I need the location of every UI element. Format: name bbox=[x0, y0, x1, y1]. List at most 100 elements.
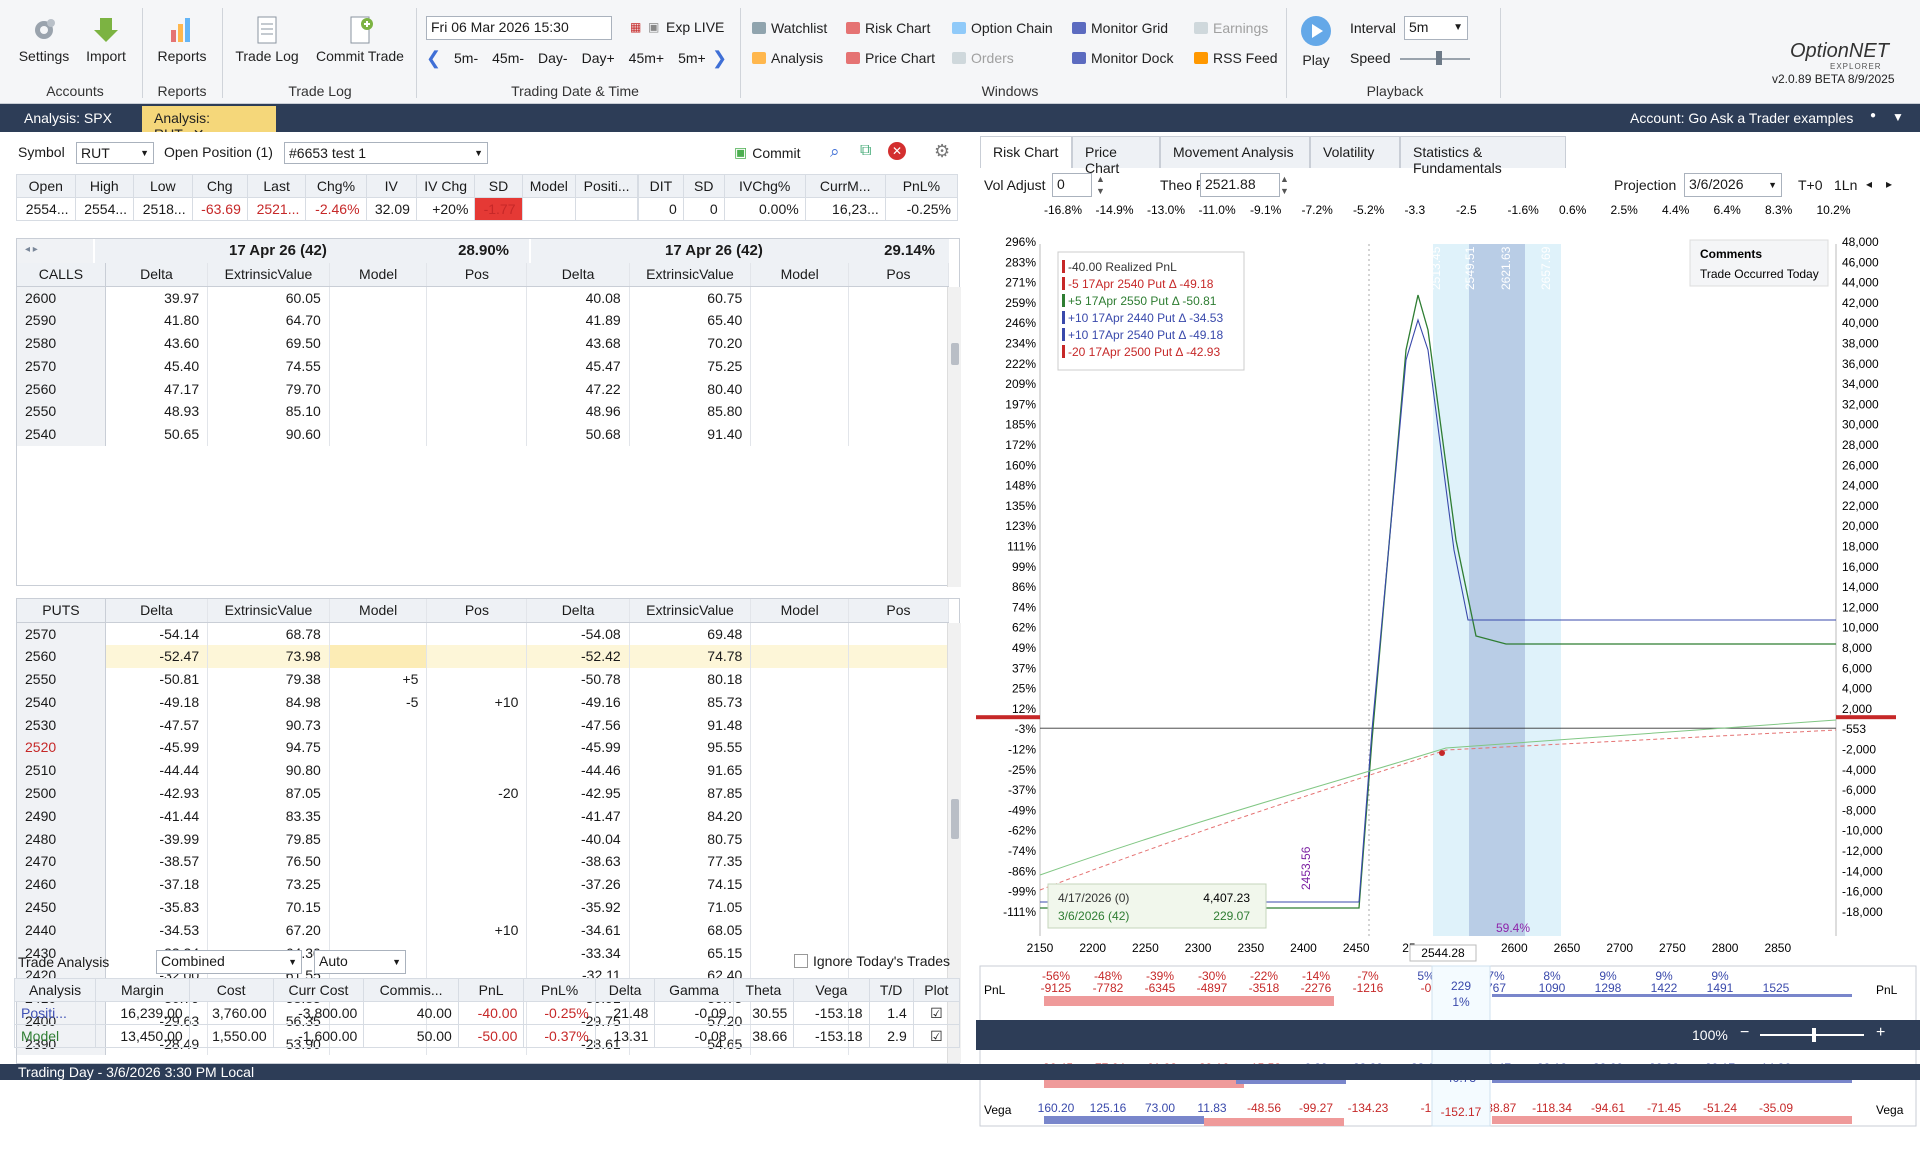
reports-button[interactable]: Reports bbox=[150, 16, 214, 64]
delete-icon[interactable]: ✕ bbox=[888, 142, 906, 160]
model-cell bbox=[750, 781, 849, 805]
calendar-icon[interactable]: ▦ bbox=[630, 20, 641, 34]
tab-analysis-rut[interactable]: Analysis: RUT✕ bbox=[142, 106, 276, 142]
chain-row[interactable]: 2500 -42.93 87.05 -20 -42.95 87.85 bbox=[17, 781, 950, 805]
speed-slider-thumb[interactable] bbox=[1436, 51, 1442, 65]
chain-row[interactable]: 2520 -45.99 94.75 -45.99 95.55 bbox=[17, 735, 950, 759]
chain-row[interactable]: 2480 -39.99 79.85 -40.04 80.75 bbox=[17, 827, 950, 850]
projection-date-select[interactable]: 3/6/2026 ▼ bbox=[1684, 173, 1782, 197]
calls-scrollbar[interactable] bbox=[947, 287, 961, 587]
search-icon[interactable]: ⌕ bbox=[830, 142, 840, 162]
zoom-out-icon[interactable]: − bbox=[1740, 1024, 1749, 1042]
lines-label[interactable]: 1Ln bbox=[1834, 177, 1857, 193]
theo-price-input[interactable]: 2521.88 bbox=[1200, 173, 1280, 197]
commit-button[interactable]: ▣ Commit bbox=[734, 144, 800, 161]
chain-row[interactable]: 2570 45.40 74.55 45.47 75.25 bbox=[17, 354, 950, 378]
trade-analysis-auto-select[interactable]: Auto ▼ bbox=[314, 950, 406, 974]
chain-row[interactable]: 2460 -37.18 73.25 -37.26 74.15 bbox=[17, 872, 950, 896]
commit-trade-button[interactable]: Commit Trade bbox=[312, 16, 408, 64]
ta-cell: -0.37% bbox=[523, 1024, 596, 1048]
candle-icon bbox=[846, 52, 860, 64]
current-vega: -152.17 bbox=[1441, 1105, 1482, 1119]
analysis-button[interactable]: Analysis bbox=[752, 50, 823, 66]
chain-row[interactable]: 2440 -34.53 67.20 +10 -34.61 68.05 bbox=[17, 918, 950, 942]
interval-select[interactable]: 5m ▼ bbox=[1404, 16, 1468, 40]
pnl-axis-label: 6,000 bbox=[1842, 661, 1872, 675]
chain-row[interactable]: 2560 -52.47 73.98 -52.42 74.78 bbox=[17, 644, 950, 668]
trade-log-button[interactable]: Trade Log bbox=[230, 16, 304, 64]
step-5m-back-button[interactable]: 5m- bbox=[454, 50, 478, 66]
ignore-today-checkbox[interactable] bbox=[794, 954, 808, 968]
step-forward-icon[interactable]: ❯ bbox=[712, 48, 727, 69]
orders-button[interactable]: Orders bbox=[952, 50, 1014, 66]
chain-row[interactable]: 2550 48.93 85.10 48.96 85.80 bbox=[17, 399, 950, 423]
tab-movement-analysis[interactable]: Movement Analysis bbox=[1160, 136, 1310, 168]
checkbox-icon[interactable]: ▣ bbox=[648, 20, 659, 34]
pos-cell bbox=[848, 713, 950, 736]
t0-label[interactable]: T+0 bbox=[1798, 177, 1823, 193]
ta-row[interactable]: Positi... 16,239.00 3,760.00 -3,800.00 40.00… bbox=[13, 1001, 961, 1025]
tab-price-chart[interactable]: Price Chart bbox=[1072, 136, 1160, 176]
chain-row[interactable]: 2490 -41.44 83.35 -41.47 84.20 bbox=[17, 804, 950, 828]
chevron-down-icon[interactable]: ▼ bbox=[1892, 110, 1904, 124]
plot-checkbox[interactable]: ☑ bbox=[912, 1024, 961, 1048]
theo-price-spinner[interactable]: ▲ ▼ bbox=[1280, 173, 1289, 197]
risk-chart-window-button[interactable]: Risk Chart bbox=[846, 20, 930, 36]
chain-row[interactable]: 2580 43.60 69.50 43.68 70.20 bbox=[17, 331, 950, 355]
model-cell: -5 bbox=[329, 690, 428, 714]
chain-row[interactable]: 2450 -35.83 70.15 -35.92 71.05 bbox=[17, 895, 950, 919]
chain-row[interactable]: 2530 -47.57 90.73 -47.56 91.48 bbox=[17, 713, 950, 736]
tab-volatility[interactable]: Volatility bbox=[1310, 136, 1400, 168]
step-day-back-button[interactable]: Day- bbox=[538, 50, 568, 66]
speed-slider[interactable] bbox=[1400, 58, 1470, 60]
chain-row[interactable]: 2570 -54.14 68.78 -54.08 69.48 bbox=[17, 622, 950, 645]
next-arrow-icon[interactable]: ▸ bbox=[1886, 177, 1892, 191]
price-chart-window-button[interactable]: Price Chart bbox=[846, 50, 935, 66]
chain-row[interactable]: 2600 39.97 60.05 40.08 60.75 bbox=[17, 286, 950, 309]
trading-datetime-input[interactable]: Fri 06 Mar 2026 15:30 bbox=[426, 16, 612, 40]
play-button[interactable]: Play bbox=[1294, 14, 1338, 68]
chain-row[interactable]: 2540 50.65 90.60 50.68 91.40 bbox=[17, 422, 950, 446]
step-45m-fwd-button[interactable]: 45m+ bbox=[629, 50, 664, 66]
watchlist-button[interactable]: Watchlist bbox=[752, 20, 827, 36]
plot-checkbox[interactable]: ☑ bbox=[912, 1001, 961, 1025]
earnings-button[interactable]: Earnings bbox=[1194, 20, 1268, 36]
ta-row[interactable]: Model 13,450.00 1,550.00 -1,600.00 50.00 -50.… bbox=[13, 1024, 961, 1048]
step-day-fwd-button[interactable]: Day+ bbox=[582, 50, 615, 66]
monitor-grid-button[interactable]: Monitor Grid bbox=[1072, 20, 1168, 36]
chain-row[interactable]: 2550 -50.81 79.38 +5 -50.78 80.18 bbox=[17, 667, 950, 691]
position-select[interactable]: #6653 test 1 ▼ bbox=[284, 142, 488, 164]
chain-row[interactable]: 2540 -49.18 84.98 -5 +10 -49.16 85.73 bbox=[17, 690, 950, 714]
step-45m-back-button[interactable]: 45m- bbox=[492, 50, 524, 66]
tab-analysis-spx[interactable]: Analysis: SPX bbox=[12, 106, 124, 132]
extrinsic-cell: 87.05 bbox=[207, 781, 330, 805]
tab-risk-chart[interactable]: Risk Chart bbox=[980, 136, 1072, 168]
gear-icon[interactable]: ⚙ bbox=[934, 141, 950, 162]
chain-row[interactable]: 2470 -38.57 76.50 -38.63 77.35 bbox=[17, 849, 950, 873]
monitor-dock-button[interactable]: Monitor Dock bbox=[1072, 50, 1173, 66]
extrinsic-cell: 91.48 bbox=[629, 713, 752, 736]
pos-cell bbox=[848, 690, 950, 714]
pos-cell: -20 bbox=[426, 781, 528, 805]
settings-button[interactable]: Settings bbox=[14, 16, 74, 64]
chain-row[interactable]: 2590 41.80 64.70 41.89 65.40 bbox=[17, 308, 950, 332]
zoom-slider-thumb[interactable] bbox=[1812, 1028, 1816, 1042]
option-chain-button[interactable]: Option Chain bbox=[952, 20, 1053, 36]
import-button[interactable]: Import bbox=[78, 16, 134, 64]
vol-adjust-spinner[interactable]: ▲ ▼ bbox=[1096, 173, 1105, 197]
zoom-in-icon[interactable]: + bbox=[1876, 1024, 1885, 1042]
trade-analysis-mode-select[interactable]: Combined ▼ bbox=[156, 950, 302, 974]
step-back-icon[interactable]: ❮ bbox=[426, 48, 441, 69]
vol-adjust-input[interactable]: 0 bbox=[1052, 173, 1092, 197]
symbol-select[interactable]: RUT ▼ bbox=[76, 142, 154, 164]
risk-chart-svg[interactable]: -16.8% -14.9% -13.0% -11.0% -9.1% -7.2% -5.2% -… bbox=[976, 200, 1920, 1150]
rss-feed-button[interactable]: RSS Feed bbox=[1194, 50, 1278, 66]
prev-arrow-icon[interactable]: ◂ bbox=[1866, 177, 1872, 191]
tab-statistics-fundamentals[interactable]: Statistics & Fundamentals bbox=[1400, 136, 1566, 176]
legend-swatch bbox=[1062, 277, 1065, 290]
page-arrows[interactable]: ◂ ▸ bbox=[17, 239, 93, 263]
chain-row[interactable]: 2560 47.17 79.70 47.22 80.40 bbox=[17, 377, 950, 400]
chain-row[interactable]: 2510 -44.44 90.80 -44.46 91.65 bbox=[17, 758, 950, 782]
step-5m-fwd-button[interactable]: 5m+ bbox=[678, 50, 706, 66]
export-icon[interactable]: ⧉ bbox=[860, 142, 871, 160]
